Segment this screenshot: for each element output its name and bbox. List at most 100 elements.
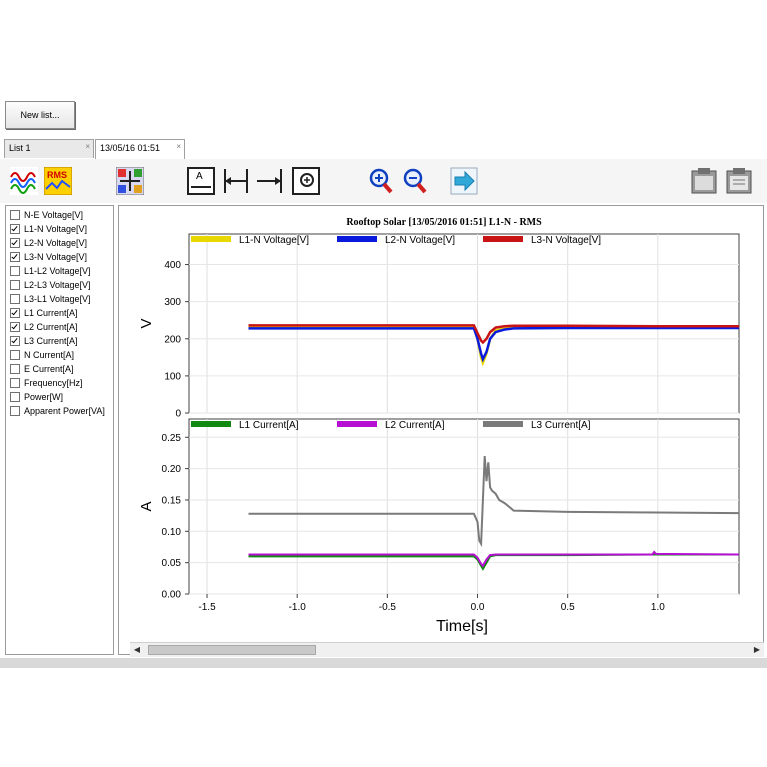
channel-item[interactable]: N Current[A]	[10, 348, 74, 362]
channel-item[interactable]: L2-L3 Voltage[V]	[10, 278, 91, 292]
scroll-thumb[interactable]	[148, 645, 316, 655]
print-icon[interactable]	[725, 167, 753, 195]
legend-swatch	[483, 421, 523, 427]
channel-item[interactable]: Frequency[Hz]	[10, 376, 83, 390]
channel-label: E Current[A]	[24, 364, 74, 374]
channel-checkbox[interactable]	[10, 238, 20, 248]
channel-label: L2-N Voltage[V]	[24, 238, 88, 248]
y-tick-label: 0.10	[162, 527, 182, 538]
channel-item[interactable]: L1-L2 Voltage[V]	[10, 264, 91, 278]
channel-checkbox[interactable]	[10, 280, 20, 290]
chart-toolbar: RMS A	[0, 159, 767, 203]
legend-swatch	[337, 421, 377, 427]
y-tick-label: 0.05	[162, 558, 182, 569]
chart-title: Rooftop Solar [13/05/2016 01:51] L1-N - …	[346, 217, 542, 228]
zoom-fit-icon[interactable]	[292, 167, 320, 195]
channel-checkbox[interactable]	[10, 294, 20, 304]
tab-label: List 1	[9, 143, 31, 153]
channel-item[interactable]: E Current[A]	[10, 362, 74, 376]
tab-bar: List 1 × 13/05/16 01:51 ×	[0, 137, 767, 160]
channel-label: Apparent Power[VA]	[24, 406, 105, 416]
channel-item[interactable]: L2 Current[A]	[10, 320, 78, 334]
channel-list: N-E Voltage[V] L1-N Voltage[V] L2-N Voltag…	[5, 205, 114, 655]
plot-area	[188, 233, 740, 414]
zoom-out-icon[interactable]	[400, 167, 428, 195]
cursor-right-icon[interactable]	[256, 167, 284, 195]
channel-item[interactable]: L3 Current[A]	[10, 334, 78, 348]
x-tick-label: 0.0	[471, 602, 485, 613]
tab-list-1[interactable]: List 1 ×	[4, 139, 94, 158]
phasor-view-icon[interactable]	[116, 167, 144, 195]
legend-label: L3 Current[A]	[531, 420, 591, 431]
channel-checkbox[interactable]	[10, 224, 20, 234]
channel-checkbox[interactable]	[10, 378, 20, 388]
channel-checkbox[interactable]	[10, 252, 20, 262]
y-tick-label: 0	[175, 409, 181, 420]
x-axis-label: Time[s]	[436, 618, 488, 635]
legend-swatch	[337, 236, 377, 242]
channel-label: L2 Current[A]	[24, 322, 78, 332]
copy-to-clipboard-icon[interactable]	[690, 167, 718, 195]
channel-checkbox[interactable]	[10, 308, 20, 318]
x-tick-label: 0.5	[561, 602, 575, 613]
cursor-left-icon[interactable]	[222, 167, 250, 195]
y-tick-label: 200	[164, 334, 181, 345]
channel-checkbox[interactable]	[10, 322, 20, 332]
new-list-button[interactable]: New list...	[5, 101, 75, 129]
scroll-left-icon[interactable]: ◀	[132, 645, 142, 655]
channel-checkbox[interactable]	[10, 392, 20, 402]
legend-swatch	[191, 421, 231, 427]
legend-label: L1 Current[A]	[239, 420, 299, 431]
channel-label: L3-L1 Voltage[V]	[24, 294, 91, 304]
horizontal-scrollbar[interactable]: ◀ ▶	[130, 642, 764, 657]
scroll-right-icon[interactable]: ▶	[752, 645, 762, 655]
y-tick-label: 0.25	[162, 433, 182, 444]
channel-item[interactable]: L1 Current[A]	[10, 306, 78, 320]
channel-checkbox[interactable]	[10, 336, 20, 346]
legend-label: L3-N Voltage[V]	[531, 235, 601, 246]
channel-item[interactable]: L3-L1 Voltage[V]	[10, 292, 91, 306]
zoom-area-icon[interactable]: A	[187, 167, 215, 195]
y-axis-label: V	[138, 318, 155, 328]
channel-item[interactable]: L1-N Voltage[V]	[10, 222, 87, 236]
svg-text:RMS: RMS	[47, 170, 67, 180]
x-tick-label: -0.5	[379, 602, 397, 613]
channel-label: N Current[A]	[24, 350, 75, 360]
y-tick-label: 0.15	[162, 495, 182, 506]
y-tick-label: 0.20	[162, 464, 182, 475]
channel-label: Power[W]	[24, 392, 64, 402]
channel-item[interactable]: Power[W]	[10, 390, 63, 404]
tab-label: 13/05/16 01:51	[100, 143, 161, 153]
chart-panel: Rooftop Solar [13/05/2016 01:51] L1-N - …	[118, 205, 764, 655]
legend-swatch	[483, 236, 523, 242]
channel-checkbox[interactable]	[10, 266, 20, 276]
channel-item[interactable]: L3-N Voltage[V]	[10, 250, 87, 264]
x-tick-label: -1.5	[198, 602, 216, 613]
y-tick-label: 400	[164, 260, 181, 271]
channel-checkbox[interactable]	[10, 350, 20, 360]
plot-area	[188, 418, 740, 595]
channel-item[interactable]: Apparent Power[VA]	[10, 404, 105, 418]
close-icon[interactable]: ×	[85, 142, 90, 151]
rms-chart[interactable]: Rooftop Solar [13/05/2016 01:51] L1-N - …	[119, 206, 763, 642]
channel-checkbox[interactable]	[10, 210, 20, 220]
legend-label: L2 Current[A]	[385, 420, 445, 431]
close-icon[interactable]: ×	[176, 142, 181, 151]
zoom-in-icon[interactable]	[366, 167, 394, 195]
channel-label: L2-L3 Voltage[V]	[24, 280, 91, 290]
channel-label: Frequency[Hz]	[24, 378, 83, 388]
channel-checkbox[interactable]	[10, 406, 20, 416]
y-tick-label: 100	[164, 371, 181, 382]
tab-recording[interactable]: 13/05/16 01:51 ×	[95, 139, 185, 160]
channel-item[interactable]: L2-N Voltage[V]	[10, 236, 87, 250]
status-strip	[0, 658, 767, 668]
channel-item[interactable]: N-E Voltage[V]	[10, 208, 83, 222]
export-arrow-icon[interactable]	[450, 167, 478, 195]
legend-swatch	[191, 236, 231, 242]
channel-checkbox[interactable]	[10, 364, 20, 374]
x-tick-label: -1.0	[289, 602, 307, 613]
legend-label: L1-N Voltage[V]	[239, 235, 309, 246]
waveform-view-icon[interactable]	[10, 167, 38, 195]
channel-label: N-E Voltage[V]	[24, 210, 84, 220]
rms-view-icon[interactable]: RMS	[44, 167, 72, 195]
